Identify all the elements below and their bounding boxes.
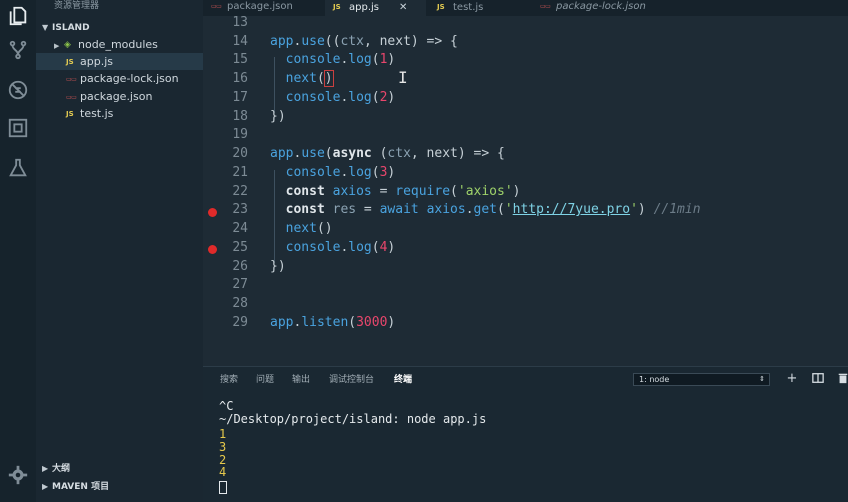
activity-bar: [0, 0, 36, 502]
text-cursor-icon: I: [398, 68, 408, 87]
line-number: 19: [232, 127, 248, 142]
line-number: 26: [232, 259, 248, 274]
code-line: const res = await axios.get('http://7yue…: [285, 202, 701, 217]
chevron-right-icon: ▶: [42, 464, 49, 473]
terminal-cursor: [219, 481, 227, 494]
js-file-icon: JS: [66, 110, 74, 118]
json-file-icon: ▭▭: [211, 3, 222, 10]
code-line: console.log(4): [285, 240, 396, 255]
bottom-panel: 搜索 问题 输出 调试控制台 终端 1: node ⇕ + ^C ~/Deskto…: [203, 366, 848, 502]
code-line: console.log(3): [285, 165, 396, 180]
workspace-section-header[interactable]: ▼ ISLAND: [36, 19, 203, 36]
line-number: 21: [232, 165, 248, 180]
explorer-icon[interactable]: [4, 2, 32, 30]
json-file-icon: ▭▭: [540, 3, 551, 10]
tab-terminal[interactable]: 终端: [394, 373, 412, 387]
code-line: app.listen(3000): [270, 315, 396, 330]
explorer-sidebar: 资源管理器 ▼ ISLAND ▶ ◈ node_modules JS app.js ▭▭…: [36, 0, 203, 502]
tab-search[interactable]: 搜索: [220, 373, 238, 387]
code-line: next(): [285, 221, 333, 236]
line-number: 14: [232, 34, 248, 49]
line-number: 29: [232, 315, 248, 330]
json-file-icon: ▭▭: [66, 76, 77, 83]
code-line: }): [270, 109, 286, 124]
debug-icon[interactable]: [4, 76, 32, 104]
tree-item-test-js[interactable]: JS test.js: [36, 105, 203, 122]
tree-item-package-json[interactable]: ▭▭ package.json: [36, 88, 203, 105]
line-number: 13: [232, 15, 248, 30]
extensions-icon[interactable]: [4, 114, 32, 142]
tab-debug-console[interactable]: 调试控制台: [329, 373, 374, 387]
js-file-icon: JS: [437, 3, 445, 11]
terminal-select[interactable]: 1: node ⇕: [633, 373, 770, 386]
settings-gear-icon[interactable]: [4, 461, 32, 489]
tab-output[interactable]: 输出: [292, 373, 310, 387]
line-number: 24: [232, 221, 248, 236]
code-line: }): [270, 259, 286, 274]
code-line: app.use(async (ctx, next) => {: [270, 146, 505, 161]
source-control-icon[interactable]: [4, 36, 32, 64]
tab-problems[interactable]: 问题: [256, 373, 274, 387]
json-file-icon: ▭▭: [66, 94, 77, 101]
js-file-icon: JS: [333, 3, 341, 11]
split-terminal-icon[interactable]: [811, 372, 825, 386]
chevron-down-icon: ▼: [42, 23, 49, 32]
terminal-line: 4: [219, 465, 227, 479]
line-number: 17: [232, 90, 248, 105]
tab-package-lock-json[interactable]: ▭▭ package-lock.json: [540, 0, 680, 16]
node-folder-icon: ◈: [64, 40, 71, 50]
code-line: next(): [285, 70, 334, 87]
tree-item-package-lock-json[interactable]: ▭▭ package-lock.json: [36, 70, 203, 87]
code-editor[interactable]: 13 14 15 16 17 18 19 20 21 22 23 24 25 2…: [203, 15, 848, 366]
line-number: 22: [232, 184, 248, 199]
line-number: 27: [232, 277, 248, 292]
terminal-line: ~/Desktop/project/island: node app.js: [219, 412, 487, 426]
code-line: console.log(1): [285, 52, 396, 67]
line-number: 15: [232, 52, 248, 67]
trash-icon[interactable]: [837, 372, 848, 386]
line-number: 28: [232, 296, 248, 311]
maven-section-header[interactable]: ▶ MAVEN 项目: [36, 478, 203, 495]
editor-tab-bar: ▭▭ package.json JS app.js ✕ JS test.js ▭▭ pac…: [203, 0, 848, 16]
line-number: 18: [232, 109, 248, 124]
line-number: 16: [232, 71, 248, 86]
new-terminal-icon[interactable]: +: [785, 372, 799, 386]
line-number: 20: [232, 146, 248, 161]
js-file-icon: JS: [66, 58, 74, 66]
outline-section-header[interactable]: ▶ 大纲: [36, 460, 203, 477]
select-caret-icon: ⇕: [759, 375, 765, 383]
tab-app-js[interactable]: JS app.js ✕: [325, 0, 426, 16]
test-flask-icon[interactable]: [4, 154, 32, 182]
breakpoint-marker[interactable]: [208, 245, 217, 254]
chevron-right-icon: ▶: [42, 482, 49, 491]
sidebar-title: 资源管理器: [54, 1, 100, 11]
close-icon[interactable]: ✕: [399, 2, 407, 13]
code-line: app.use((ctx, next) => {: [270, 34, 458, 49]
code-line: console.log(2): [285, 90, 396, 105]
breakpoint-marker[interactable]: [208, 208, 217, 217]
tree-item-app-js[interactable]: JS app.js: [36, 53, 203, 70]
tab-test-js[interactable]: JS test.js: [437, 0, 532, 16]
code-line: const axios = require('axios'): [285, 184, 521, 199]
tree-item-node-modules[interactable]: ▶ ◈ node_modules: [36, 36, 203, 53]
